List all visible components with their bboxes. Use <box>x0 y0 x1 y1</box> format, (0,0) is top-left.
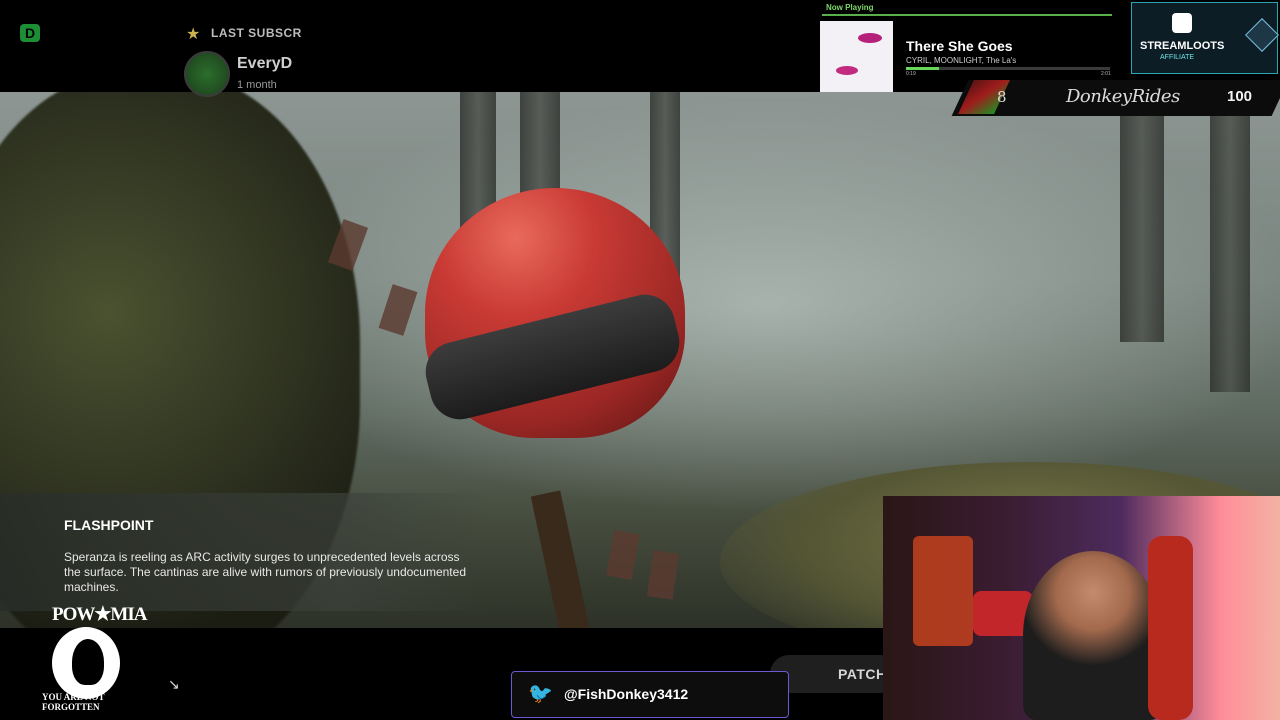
pow-mia-bottom-text: YOU ARE NOT FORGOTTEN <box>42 692 105 712</box>
streamer-image <box>1023 551 1163 720</box>
star-icon: ★ <box>186 26 201 43</box>
subscriber-name: EveryD <box>237 55 293 72</box>
pow-mia-top-text: POW★MIA <box>52 604 147 625</box>
track-duration: 2:01 <box>1101 71 1111 77</box>
track-artist: CYRIL, MOONLIGHT, The La's <box>906 56 1017 65</box>
track-progress-fill <box>906 67 939 70</box>
subscriber-avatar <box>184 51 230 97</box>
diamond-icon <box>1245 18 1279 52</box>
rides-count: 8 <box>997 88 1007 106</box>
patch-button[interactable]: PATCH <box>770 655 900 693</box>
streamloots-icon <box>1172 13 1192 33</box>
album-art <box>820 21 893 92</box>
track-current-time: 0:19 <box>906 71 916 77</box>
webcam-feed <box>883 496 1280 720</box>
arrow-icon: ↘ <box>168 676 180 692</box>
streamloots-badge[interactable]: STREAMLOOTS AFFILIATE <box>1131 2 1279 74</box>
flashpoint-description: Speranza is reeling as ARC activity surg… <box>64 550 466 594</box>
twitter-handle: @FishDonkey3412 <box>564 686 689 702</box>
twitter-bird-icon: 🐦 <box>528 683 553 705</box>
rides-title: DonkeyRides <box>1066 86 1180 107</box>
streamloots-tier: AFFILIATE <box>1160 54 1195 61</box>
rides-goal: 100 <box>1227 88 1253 105</box>
streamloots-brand: STREAMLOOTS <box>1140 40 1225 52</box>
last-subscriber-heading: LAST SUBSCR <box>211 26 302 40</box>
pow-mia-logo: POW★MIA YOU ARE NOT FORGOTTEN <box>40 601 147 716</box>
patch-label: PATCH <box>838 666 887 682</box>
pow-mia-emblem-icon <box>52 627 120 699</box>
subscriber-duration: 1 month <box>237 79 277 91</box>
track-title: There She Goes <box>906 38 1013 54</box>
twitter-handle-box[interactable]: 🐦 @FishDonkey3412 <box>511 671 789 718</box>
flashpoint-title: FLASHPOINT <box>64 517 154 533</box>
now-playing-label: Now Playing <box>826 3 874 12</box>
now-playing-divider <box>822 14 1112 16</box>
channel-logo-icon: D <box>20 24 40 42</box>
track-progress-bar <box>906 67 1110 70</box>
